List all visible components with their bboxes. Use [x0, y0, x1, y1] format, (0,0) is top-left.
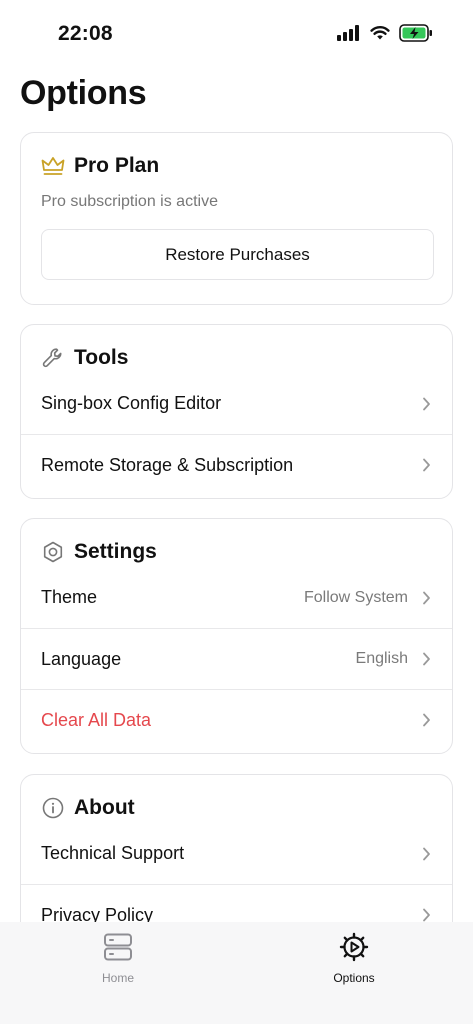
status-bar: 22:08 — [0, 0, 473, 60]
row-label: Language — [41, 648, 122, 669]
page-title: Options — [20, 74, 147, 112]
crown-icon — [41, 154, 65, 178]
remote-storage-subscription-row[interactable]: Remote Storage & Subscription — [21, 434, 452, 495]
tab-bar: Home Options — [0, 922, 473, 1024]
row-label: Theme — [41, 587, 98, 607]
tools-card: Tools Sing-box Config Editor Remote Stor… — [20, 324, 453, 499]
chevron-right-icon — [420, 847, 432, 861]
status-icons — [337, 24, 433, 47]
tab-options[interactable]: Options — [304, 932, 404, 985]
sing-box-config-editor-row[interactable]: Sing-box Config Editor — [21, 373, 452, 434]
chevron-right-icon — [420, 908, 432, 922]
language-value: English — [355, 650, 408, 667]
row-label: Sing-box Config Editor — [41, 393, 222, 413]
chevron-right-icon — [420, 458, 432, 472]
row-label: Remote Storage & Subscription — [41, 454, 294, 475]
about-header: About — [21, 793, 452, 823]
settings-card: Settings Theme Follow System Language En… — [20, 518, 453, 754]
cellular-signal-icon — [337, 25, 361, 46]
pro-plan-header: Pro Plan — [21, 151, 452, 181]
pro-status-text: Pro subscription is active — [41, 193, 218, 210]
settings-header: Settings — [21, 537, 452, 567]
restore-purchases-button[interactable]: Restore Purchases — [41, 229, 434, 280]
chevron-right-icon — [420, 397, 432, 411]
chevron-right-icon — [420, 713, 432, 727]
tab-label: Options — [333, 971, 375, 985]
clear-all-data-row[interactable]: Clear All Data — [21, 689, 452, 750]
theme-row[interactable]: Theme Follow System — [21, 567, 452, 628]
row-label: Technical Support — [41, 843, 185, 863]
pro-plan-title: Pro Plan — [74, 154, 160, 177]
gear-play-icon — [339, 932, 369, 967]
settings-title: Settings — [74, 540, 157, 563]
hexagon-settings-icon — [41, 540, 65, 564]
row-label: Clear All Data — [41, 709, 152, 730]
tools-title: Tools — [74, 346, 129, 369]
technical-support-row[interactable]: Technical Support — [21, 823, 452, 884]
server-stack-icon — [103, 932, 133, 967]
info-icon — [41, 796, 65, 820]
tools-header: Tools — [21, 343, 452, 373]
theme-value: Follow System — [303, 588, 408, 606]
pro-plan-card: Pro Plan Pro subscription is active Rest… — [20, 132, 453, 305]
status-time: 22:08 — [58, 22, 113, 45]
chevron-right-icon — [420, 591, 432, 605]
tab-label: Home — [101, 971, 134, 985]
wifi-icon — [370, 25, 390, 46]
tab-home[interactable]: Home — [68, 932, 168, 985]
about-title: About — [74, 796, 135, 819]
wrench-icon — [41, 346, 65, 370]
battery-charging-icon — [399, 24, 433, 47]
chevron-right-icon — [420, 652, 432, 666]
language-row[interactable]: Language English — [21, 628, 452, 689]
